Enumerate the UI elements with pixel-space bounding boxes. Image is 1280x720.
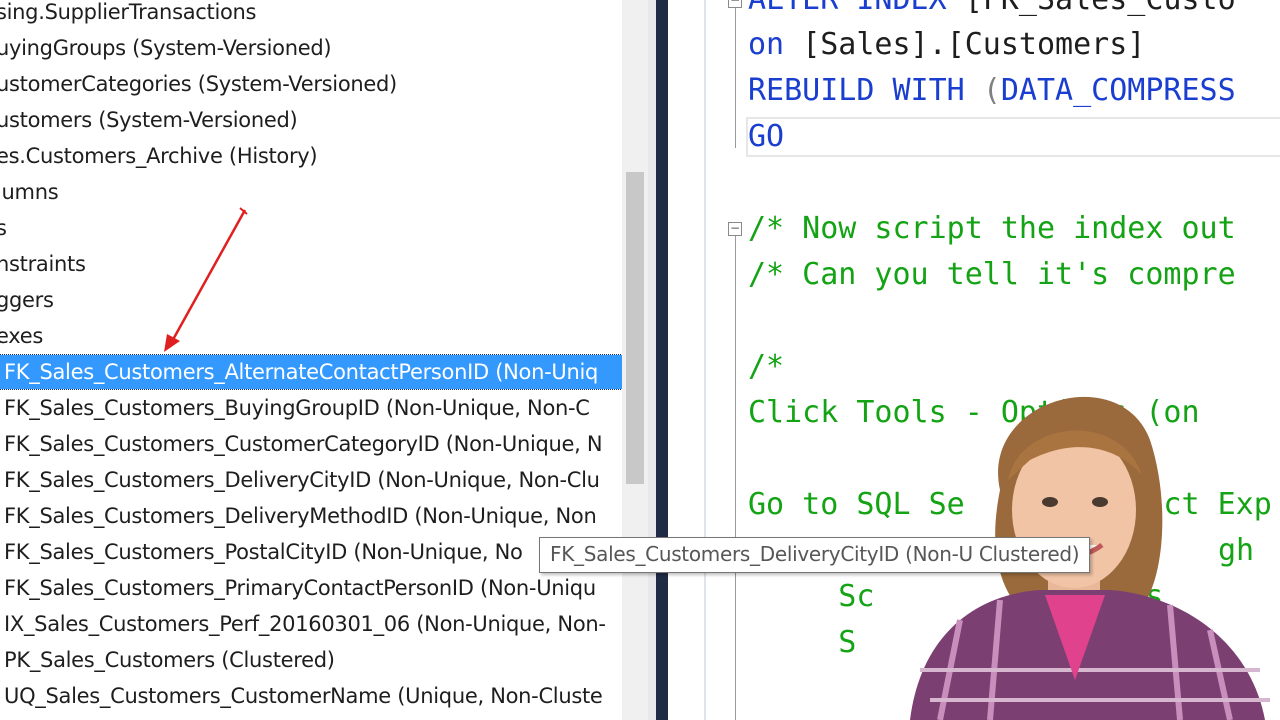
- tree-item[interactable]: FK_Sales_Customers_BuyingGroupID (Non-Un…: [0, 391, 622, 425]
- code-line-on-table: on [Sales].[Customers]: [748, 23, 1145, 67]
- tree-item[interactable]: s: [0, 211, 7, 245]
- keyword: REBUILD WITH: [748, 73, 983, 108]
- tree-item[interactable]: es.Customers_Archive (History): [0, 139, 318, 173]
- code-line-alter-index: ALTER INDEX [FK_Sales_Custo: [748, 0, 1236, 22]
- tree-item[interactable]: FK_Sales_Customers_PostalCityID (Non-Uni…: [0, 535, 622, 569]
- tree-item[interactable]: PK_Sales_Customers (Clustered): [0, 643, 622, 677]
- editor-gutter: [704, 0, 706, 720]
- identifier: [Sales].[Customers]: [802, 27, 1146, 62]
- tree-item-tooltip: FK_Sales_Customers_DeliveryCityID (Non-U…: [539, 537, 1091, 573]
- keyword: GO: [748, 119, 785, 154]
- punctuation: (: [982, 73, 1001, 108]
- tree-item[interactable]: ggers: [0, 283, 54, 317]
- tree-item[interactable]: ustomerCategories (System-Versioned): [0, 67, 397, 101]
- comment-line: /* Can you tell it's compre: [748, 257, 1236, 292]
- tree-item[interactable]: uyingGroups (System-Versioned): [0, 31, 332, 65]
- tree-item[interactable]: nstraints: [0, 247, 86, 281]
- window-frame-divider: [656, 0, 668, 720]
- tree-item[interactable]: FK_Sales_Customers_DeliveryMethodID (Non…: [0, 499, 622, 533]
- tree-item[interactable]: exes: [0, 319, 43, 353]
- tree-item[interactable]: IX_Sales_Customers_Perf_20160301_06 (Non…: [0, 607, 622, 641]
- tree-item[interactable]: lumns: [0, 175, 59, 209]
- pane-splitter[interactable]: [648, 0, 656, 720]
- current-line-highlight: [746, 117, 1280, 157]
- keyword: ALTER INDEX: [748, 0, 965, 17]
- tree-item[interactable]: FK_Sales_Customers_CustomerCategoryID (N…: [0, 427, 622, 461]
- keyword: DATA_COMPRESS: [1000, 73, 1236, 108]
- comment-line: /*: [748, 349, 785, 384]
- collapse-region-icon[interactable]: −: [728, 0, 742, 8]
- collapse-region-icon[interactable]: −: [728, 222, 742, 236]
- comment-line: /* Now script the index out: [748, 211, 1236, 246]
- tree-item[interactable]: sing.SupplierTransactions: [0, 0, 257, 29]
- tree-item-selected[interactable]: FK_Sales_Customers_AlternateContactPerso…: [0, 354, 622, 390]
- object-explorer-tree: sing.SupplierTransactions uyingGroups (Sy…: [0, 0, 622, 720]
- code-line-rebuild: REBUILD WITH (DATA_COMPRESS: [748, 69, 1236, 113]
- code-line-go: GO: [748, 115, 784, 159]
- fold-guide: [735, 236, 736, 720]
- tree-item[interactable]: FK_Sales_Customers_DeliveryCityID (Non-U…: [0, 463, 622, 497]
- tree-item[interactable]: ustomers (System-Versioned): [0, 103, 298, 137]
- explorer-scrollbar-thumb[interactable]: [626, 172, 644, 484]
- tree-item[interactable]: UQ_Sales_Customers_CustomerName (Unique,…: [0, 679, 622, 713]
- keyword: on: [748, 27, 803, 62]
- fold-guide: [735, 8, 736, 148]
- tree-item[interactable]: FK_Sales_Customers_PrimaryContactPersonI…: [0, 571, 622, 605]
- identifier: [FK_Sales_Custo: [965, 0, 1236, 17]
- annotation-arrow-icon: [164, 207, 248, 352]
